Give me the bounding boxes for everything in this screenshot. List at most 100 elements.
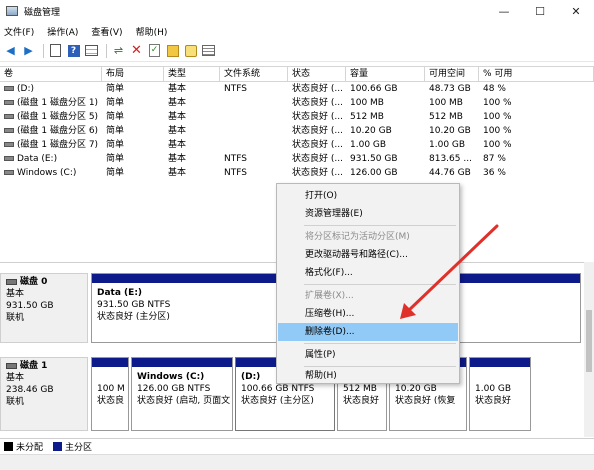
ctx-extend[interactable]: 扩展卷(X)...	[278, 287, 458, 305]
cell-vol: (磁盘 1 磁盘分区 5)	[0, 110, 102, 124]
cell-text: 基本	[168, 154, 187, 164]
cell-text: 126.00 GB	[350, 168, 398, 178]
cell-type: 基本	[164, 124, 220, 138]
disk-0-label[interactable]: 磁盘 0 基本 931.50 GB 联机	[0, 273, 88, 343]
scrollbar-thumb[interactable]	[586, 310, 592, 372]
column-type[interactable]: 类型	[164, 67, 220, 82]
menu-bar: 文件(F) 操作(A) 查看(V) 帮助(H)	[0, 22, 594, 40]
ctx-change-letter[interactable]: 更改驱动器号和路径(C)...	[278, 246, 458, 264]
folder-icon[interactable]	[165, 43, 180, 58]
cell-status: 状态良好 (...	[288, 166, 346, 180]
column-filesystem[interactable]: 文件系统	[220, 67, 288, 82]
cell-text: 48.73 GB	[429, 84, 471, 94]
cell-text: 简单	[106, 140, 125, 150]
cell-text: 87 %	[483, 154, 506, 164]
cell-type: 基本	[164, 82, 220, 96]
disk-1-label[interactable]: 磁盘 1 基本 238.46 GB 联机	[0, 357, 88, 431]
forward-icon[interactable]: ▶	[21, 43, 36, 58]
toolbar-separator	[43, 43, 44, 58]
table-row[interactable]: (磁盘 1 磁盘分区 5) 简单 基本 状态良好 (... 512 MB 512 MB 10…	[0, 110, 594, 124]
settings-icon[interactable]	[183, 43, 198, 58]
table-row[interactable]: (磁盘 1 磁盘分区 7) 简单 基本 状态良好 (... 1.00 GB 1.00 GB…	[0, 138, 594, 152]
help-icon[interactable]: ?	[66, 43, 81, 58]
minimize-button[interactable]: —	[486, 0, 522, 22]
partition-efi[interactable]: 100 M 状态良	[91, 357, 129, 431]
volume-icon	[4, 156, 14, 161]
column-layout[interactable]: 布局	[102, 67, 164, 82]
cell-text: 基本	[168, 84, 187, 94]
cell-free: 48.73 GB	[425, 82, 479, 96]
column-volume[interactable]: 卷	[0, 67, 102, 82]
legend-unallocated: 未分配	[16, 443, 44, 453]
volume-icon	[4, 170, 14, 175]
partition-1gb[interactable]: 1.00 GB 状态良好	[469, 357, 531, 431]
connect-icon[interactable]: ⇌	[111, 43, 126, 58]
delete-icon[interactable]: ✕	[129, 43, 144, 58]
ctx-explorer[interactable]: 资源管理器(E)	[278, 205, 458, 223]
menu-view[interactable]: 查看(V)	[91, 25, 122, 38]
cell-capacity: 10.20 GB	[346, 124, 425, 138]
legend-swatch-primary	[53, 442, 63, 451]
cell-text: 基本	[168, 140, 187, 150]
cell-text: 状态良好 (...	[292, 112, 343, 122]
table-row[interactable]: (D:) 简单 基本 NTFS 状态良好 (... 100.66 GB 48.73 GB 48…	[0, 82, 594, 96]
menu-action[interactable]: 操作(A)	[47, 25, 78, 38]
volume-icon	[4, 114, 14, 119]
cell-pct: 36 %	[479, 166, 594, 180]
cell-status: 状态良好 (...	[288, 96, 346, 110]
cell-text: 100 %	[483, 126, 512, 136]
table-row[interactable]: Data (E:) 简单 基本 NTFS 状态良好 (... 931.50 GB 813.6…	[0, 152, 594, 166]
cell-free: 813.65 ...	[425, 152, 479, 166]
partition-windows-c[interactable]: Windows (C:) 126.00 GB NTFS 状态良好 (启动, 页面…	[131, 357, 233, 431]
disk-1-size: 238.46 GB	[6, 385, 54, 395]
legend-swatch-unallocated	[4, 442, 13, 451]
cell-text: 状态良好 (...	[292, 84, 343, 94]
cell-text: 100 MB	[429, 98, 463, 108]
cell-capacity: 1.00 GB	[346, 138, 425, 152]
check-icon[interactable]: ✓	[147, 43, 162, 58]
cell-text: 简单	[106, 98, 125, 108]
column-capacity[interactable]: 容量	[346, 67, 425, 82]
disk-0-name-line: 磁盘 0	[6, 276, 82, 288]
ctx-shrink[interactable]: 压缩卷(H)...	[278, 305, 458, 323]
table-row[interactable]: Windows (C:) 简单 基本 NTFS 状态良好 (... 126.00 GB 44…	[0, 166, 594, 180]
cell-pct: 100 %	[479, 124, 594, 138]
maximize-button[interactable]: ☐	[522, 0, 558, 22]
column-percent-free[interactable]: % 可用	[479, 67, 594, 82]
cell-text: 100 %	[483, 140, 512, 150]
cell-text: 状态良好 (...	[292, 140, 343, 150]
cell-pct: 100 %	[479, 110, 594, 124]
cell-capacity: 100.66 GB	[346, 82, 425, 96]
status-bar	[0, 454, 594, 470]
close-button[interactable]: ✕	[558, 0, 594, 22]
cell-type: 基本	[164, 166, 220, 180]
partition-status: 状态良好 (主分区)	[241, 396, 314, 406]
cell-status: 状态良好 (...	[288, 110, 346, 124]
cell-layout: 简单	[102, 124, 164, 138]
table-row[interactable]: (磁盘 1 磁盘分区 6) 简单 基本 状态良好 (... 10.20 GB 10.20 …	[0, 124, 594, 138]
list-icon[interactable]	[84, 43, 99, 58]
cell-text: 100.66 GB	[350, 84, 398, 94]
ctx-open[interactable]: 打开(O)	[278, 187, 458, 205]
column-free-space[interactable]: 可用空间	[425, 67, 479, 82]
cell-text: 100 MB	[350, 98, 384, 108]
column-status[interactable]: 状态	[288, 67, 346, 82]
cell-fs: NTFS	[220, 82, 288, 96]
cell-free: 512 MB	[425, 110, 479, 124]
ctx-mark-active[interactable]: 将分区标记为活动分区(M)	[278, 228, 458, 246]
ctx-delete-volume[interactable]: 删除卷(D)...	[278, 323, 458, 341]
properties-icon[interactable]	[48, 43, 63, 58]
view-icon[interactable]	[201, 43, 216, 58]
ctx-properties[interactable]: 属性(P)	[278, 346, 458, 364]
legend-primary: 主分区	[65, 443, 93, 453]
disk-1-status: 联机	[6, 397, 25, 407]
ctx-help[interactable]: 帮助(H)	[278, 367, 458, 385]
ctx-format[interactable]: 格式化(F)...	[278, 264, 458, 282]
partition-detail: 1.00 GB	[475, 384, 512, 394]
menu-file[interactable]: 文件(F)	[4, 25, 34, 38]
partition-status: 状态良好	[475, 396, 512, 406]
vertical-scrollbar[interactable]	[584, 262, 594, 437]
back-icon[interactable]: ◀	[3, 43, 18, 58]
menu-help[interactable]: 帮助(H)	[136, 25, 168, 38]
table-row[interactable]: (磁盘 1 磁盘分区 1) 简单 基本 状态良好 (... 100 MB 100 MB 10…	[0, 96, 594, 110]
